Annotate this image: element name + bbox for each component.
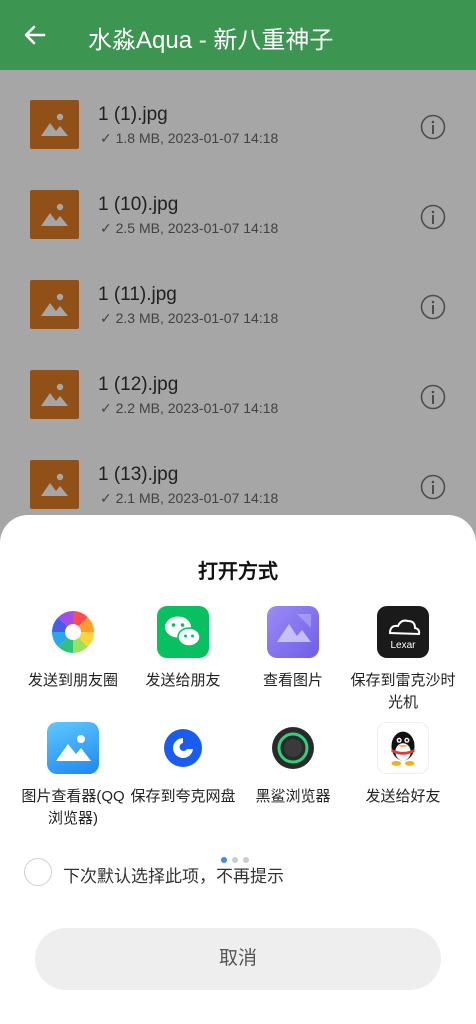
image-viewer-icon <box>47 722 99 774</box>
quark-icon <box>157 722 209 774</box>
wechat-icon <box>157 606 209 658</box>
moments-icon <box>47 606 99 658</box>
qq-icon <box>377 722 429 774</box>
app-label: 保存到夸克网盘 <box>130 788 236 805</box>
app-label: 保存到雷克沙时光机 <box>350 672 456 711</box>
app-gallery[interactable]: 查看图片 <box>235 606 351 692</box>
lexar-icon-text: Lexar <box>390 640 416 651</box>
app-moments[interactable]: 发送到朋友圈 <box>15 606 131 692</box>
app-image-viewer[interactable]: 图片查看器(QQ浏览器) <box>15 722 131 830</box>
lexar-icon: Lexar <box>377 606 429 658</box>
open-with-sheet: 打开方式 发送到朋友圈 发送给朋友 查看图片 Lexar 保存到雷克沙时光机 图… <box>0 515 476 1024</box>
app-label: 黑鲨浏览器 <box>255 788 331 805</box>
app-bar: 水淼Aqua - 新八重神子 <box>0 0 476 70</box>
page-title: 水淼Aqua - 新八重神子 <box>88 27 334 54</box>
default-option-label[interactable]: 下次默认选择此项，不再提示 <box>63 862 284 887</box>
arrow-back-icon[interactable] <box>22 22 48 48</box>
sheet-title: 打开方式 <box>198 561 278 583</box>
app-wechat[interactable]: 发送给朋友 <box>125 606 241 692</box>
cancel-button[interactable]: 取消 <box>35 928 441 990</box>
default-checkbox[interactable] <box>24 858 52 886</box>
app-label: 发送给好友 <box>365 788 441 805</box>
app-qq[interactable]: 发送给好友 <box>345 722 461 808</box>
app-label: 发送给朋友 <box>145 672 221 689</box>
app-lexar[interactable]: Lexar 保存到雷克沙时光机 <box>345 606 461 714</box>
app-blackshark-browser[interactable]: 黑鲨浏览器 <box>235 722 351 808</box>
gallery-icon <box>267 606 319 658</box>
app-label: 查看图片 <box>262 672 323 689</box>
app-label: 发送到朋友圈 <box>27 672 118 689</box>
app-label: 图片查看器(QQ浏览器) <box>21 788 125 827</box>
app-quark[interactable]: 保存到夸克网盘 <box>125 722 241 808</box>
blackshark-browser-icon <box>267 722 319 774</box>
